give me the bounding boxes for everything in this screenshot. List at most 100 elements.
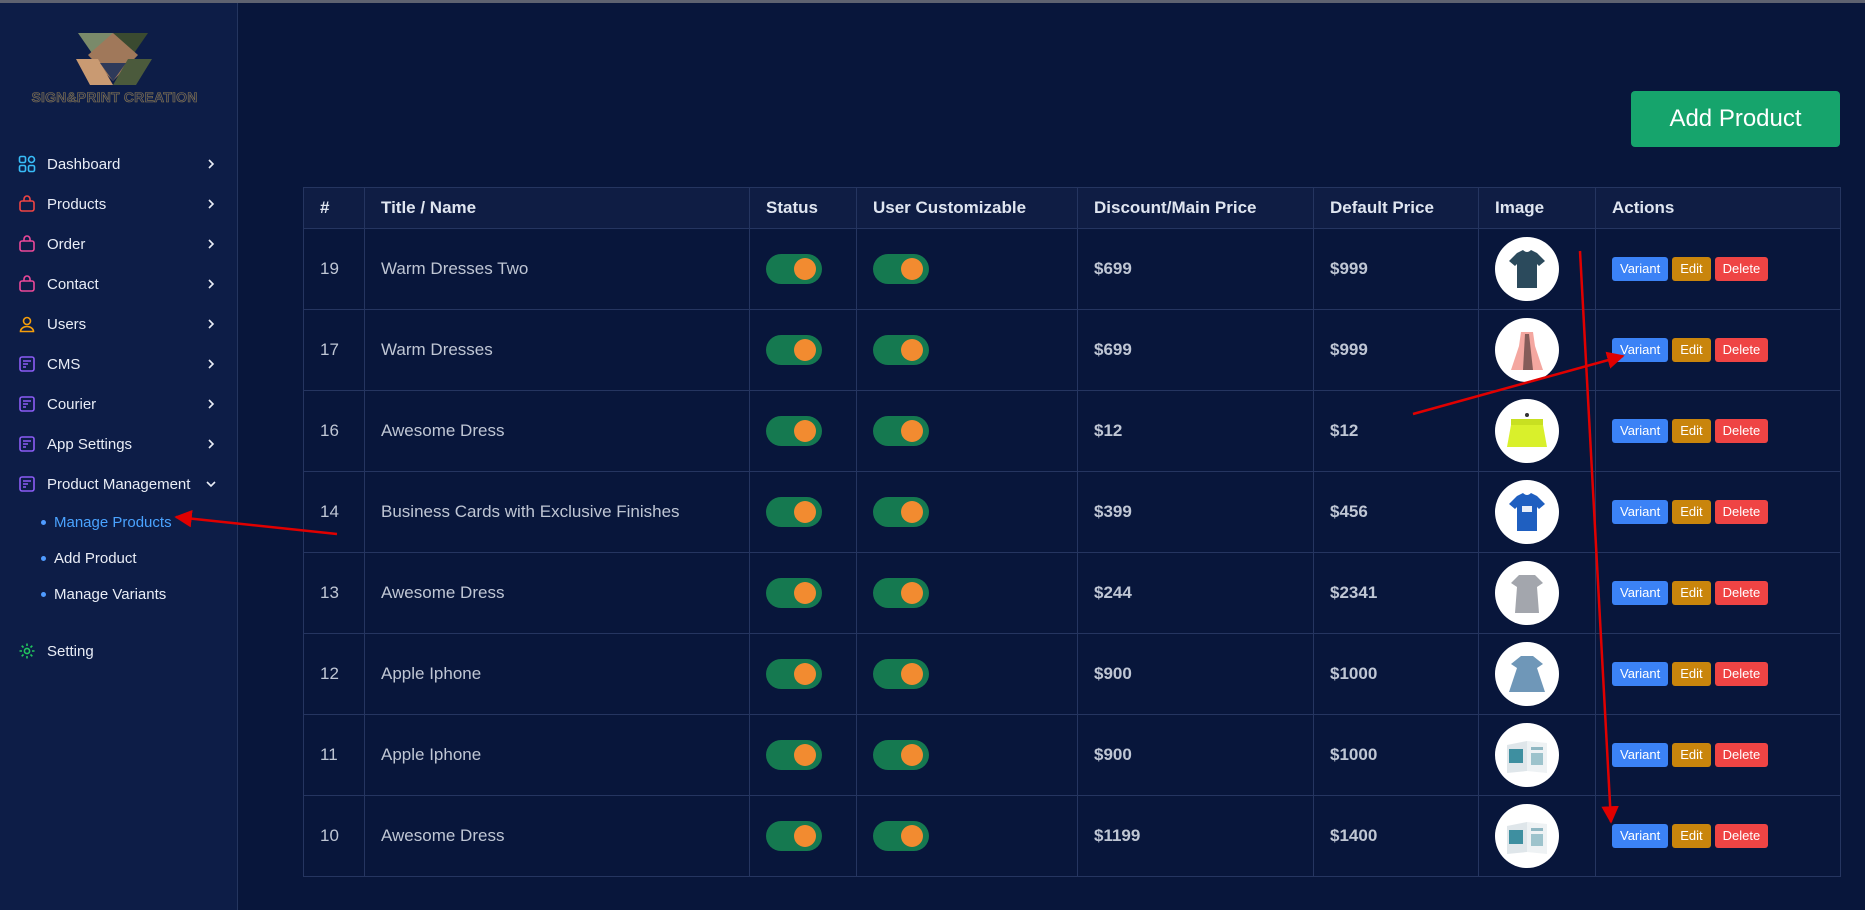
customizable-toggle[interactable] — [873, 254, 929, 284]
cell-status — [749, 633, 857, 715]
column-header-image[interactable]: Image — [1478, 187, 1596, 229]
add-product-button[interactable]: Add Product — [1631, 91, 1840, 147]
variant-button[interactable]: Variant — [1612, 338, 1669, 362]
status-toggle[interactable] — [766, 335, 822, 365]
submenu-item-add-product[interactable]: Add Product — [0, 540, 237, 576]
cell-image — [1478, 714, 1596, 796]
variant-button[interactable]: Variant — [1612, 662, 1669, 686]
toggle-knob — [901, 339, 923, 361]
toggle-knob — [794, 420, 816, 442]
product-thumbnail[interactable] — [1495, 318, 1559, 382]
edit-button[interactable]: Edit — [1672, 338, 1711, 362]
bag-icon — [18, 195, 36, 213]
dashboard-icon — [18, 155, 36, 173]
sidebar-item-label: Products — [47, 195, 107, 213]
brand-logo[interactable]: SIGN&PRINT CREATION — [20, 25, 205, 113]
sidebar-item-users[interactable]: Users — [0, 304, 237, 344]
cell-title: Awesome Dress — [364, 390, 750, 472]
submenu-item-label: Manage Variants — [54, 585, 167, 603]
edit-button[interactable]: Edit — [1672, 500, 1711, 524]
product-thumbnail[interactable] — [1495, 561, 1559, 625]
status-toggle[interactable] — [766, 578, 822, 608]
variant-button[interactable]: Variant — [1612, 500, 1669, 524]
delete-button[interactable]: Delete — [1714, 257, 1769, 281]
delete-button[interactable]: Delete — [1714, 743, 1769, 767]
column-header-discount-price[interactable]: Discount/Main Price — [1077, 187, 1314, 229]
sidebar-item-contact[interactable]: Contact — [0, 264, 237, 304]
column-header-id[interactable]: # — [303, 187, 365, 229]
edit-button[interactable]: Edit — [1672, 257, 1711, 281]
status-toggle[interactable] — [766, 416, 822, 446]
cell-status — [749, 795, 857, 877]
status-toggle[interactable] — [766, 659, 822, 689]
product-thumbnail[interactable] — [1495, 399, 1559, 463]
sidebar-item-app-settings[interactable]: App Settings — [0, 424, 237, 464]
product-thumbnail[interactable] — [1495, 480, 1559, 544]
delete-button[interactable]: Delete — [1714, 581, 1769, 605]
product-thumbnail[interactable] — [1495, 804, 1559, 868]
cell-default-price: $1000 — [1313, 714, 1479, 796]
column-header-user-customizable[interactable]: User Customizable — [856, 187, 1078, 229]
cell-id: 19 — [303, 228, 365, 310]
sidebar-item-cms[interactable]: CMS — [0, 344, 237, 384]
customizable-toggle[interactable] — [873, 335, 929, 365]
status-toggle[interactable] — [766, 254, 822, 284]
sidebar-item-dashboard[interactable]: Dashboard — [0, 144, 237, 184]
status-toggle[interactable] — [766, 497, 822, 527]
chevron-right-icon — [204, 317, 218, 331]
cell-discount-price: $699 — [1077, 309, 1314, 391]
edit-button[interactable]: Edit — [1672, 662, 1711, 686]
product-thumbnail[interactable] — [1495, 723, 1559, 787]
column-header-default-price[interactable]: Default Price — [1313, 187, 1479, 229]
delete-button[interactable]: Delete — [1714, 419, 1769, 443]
edit-button[interactable]: Edit — [1672, 824, 1711, 848]
sidebar-item-label: Courier — [47, 395, 97, 413]
edit-button[interactable]: Edit — [1672, 419, 1711, 443]
customizable-toggle[interactable] — [873, 578, 929, 608]
variant-button[interactable]: Variant — [1612, 824, 1669, 848]
column-header-actions[interactable]: Actions — [1595, 187, 1841, 229]
status-toggle[interactable] — [766, 740, 822, 770]
column-header-status[interactable]: Status — [749, 187, 857, 229]
status-toggle[interactable] — [766, 821, 822, 851]
customizable-toggle[interactable] — [873, 416, 929, 446]
cell-title: Apple Iphone — [364, 714, 750, 796]
sidebar-item-label: Dashboard — [47, 155, 121, 173]
cell-user-customizable — [856, 228, 1078, 310]
column-header-title[interactable]: Title / Name — [364, 187, 750, 229]
delete-button[interactable]: Delete — [1714, 338, 1769, 362]
delete-button[interactable]: Delete — [1714, 824, 1769, 848]
submenu-item-manage-variants[interactable]: Manage Variants — [0, 576, 237, 612]
variant-button[interactable]: Variant — [1612, 581, 1669, 605]
variant-button[interactable]: Variant — [1612, 419, 1669, 443]
variant-button[interactable]: Variant — [1612, 257, 1669, 281]
variant-button[interactable]: Variant — [1612, 743, 1669, 767]
sidebar-item-order[interactable]: Order — [0, 224, 237, 264]
sidebar-item-setting[interactable]: Setting — [0, 631, 237, 671]
edit-button[interactable]: Edit — [1672, 743, 1711, 767]
delete-button[interactable]: Delete — [1714, 500, 1769, 524]
sidebar-item-product-management[interactable]: Product Management — [0, 464, 237, 504]
submenu-item-manage-products[interactable]: Manage Products — [0, 504, 237, 540]
cell-status — [749, 309, 857, 391]
table-row: 16 Awesome Dress $12 $12 Variant Edit Delete — [303, 390, 1841, 472]
sidebar-item-products[interactable]: Products — [0, 184, 237, 224]
bullet-icon — [41, 556, 46, 561]
cell-title: Business Cards with Exclusive Finishes — [364, 471, 750, 553]
customizable-toggle[interactable] — [873, 659, 929, 689]
product-thumbnail[interactable] — [1495, 642, 1559, 706]
edit-button[interactable]: Edit — [1672, 581, 1711, 605]
window-top-border — [0, 0, 1865, 3]
customizable-toggle[interactable] — [873, 497, 929, 527]
cell-actions: Variant Edit Delete — [1595, 552, 1841, 634]
cell-default-price: $12 — [1313, 390, 1479, 472]
toggle-knob — [794, 501, 816, 523]
sidebar-item-courier[interactable]: Courier — [0, 384, 237, 424]
cell-discount-price: $244 — [1077, 552, 1314, 634]
delete-button[interactable]: Delete — [1714, 662, 1769, 686]
customizable-toggle[interactable] — [873, 821, 929, 851]
bag-icon — [18, 275, 36, 293]
product-thumbnail[interactable] — [1495, 237, 1559, 301]
customizable-toggle[interactable] — [873, 740, 929, 770]
table-row: 14 Business Cards with Exclusive Finishes… — [303, 471, 1841, 553]
